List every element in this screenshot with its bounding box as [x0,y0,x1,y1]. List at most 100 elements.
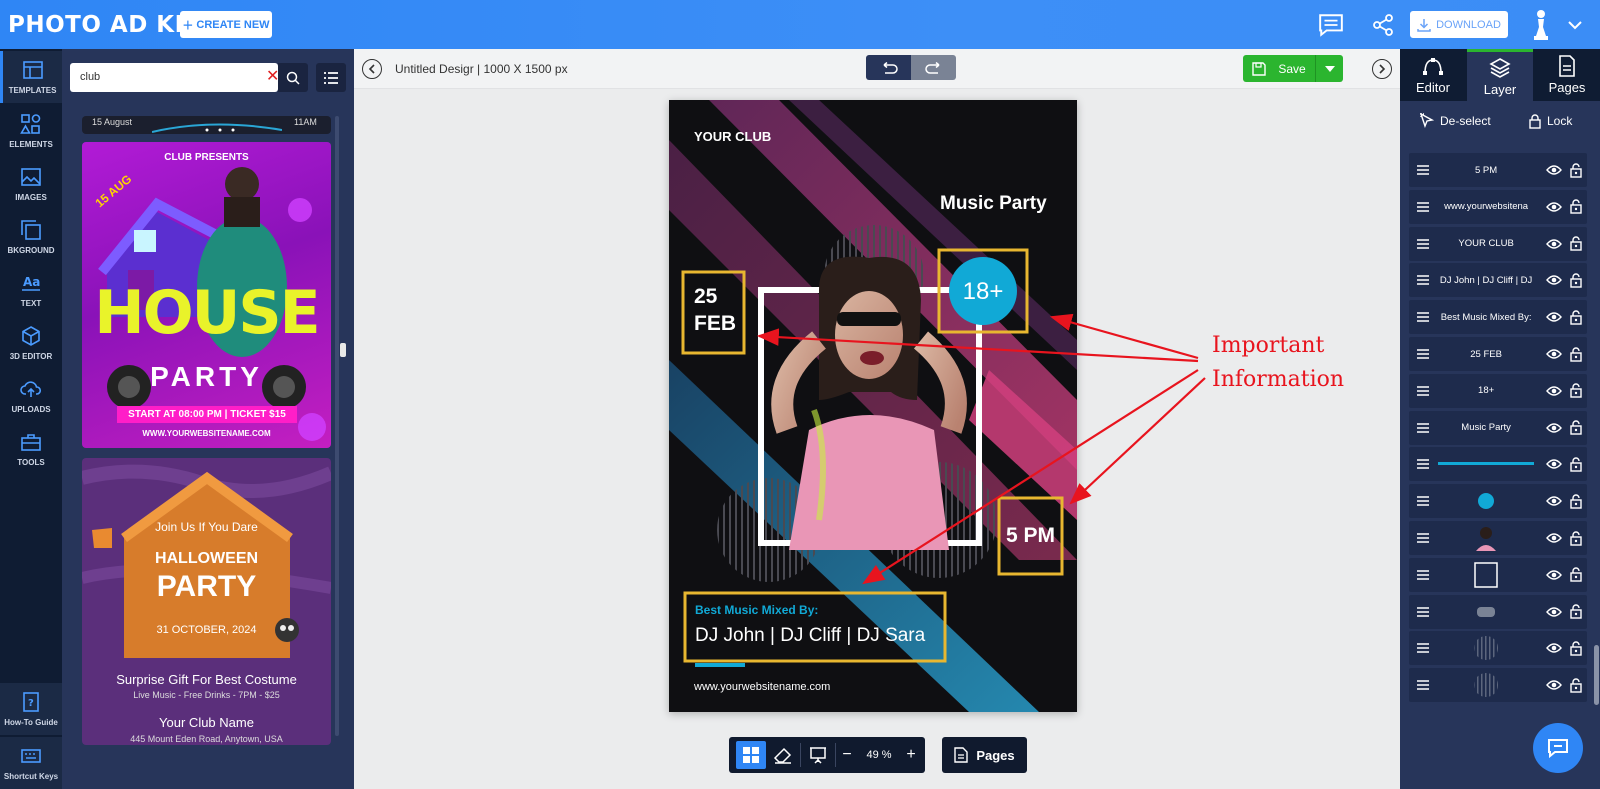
chat-button[interactable] [1533,723,1583,773]
layer-row[interactable] [1409,557,1587,592]
eye-icon[interactable] [1544,642,1566,654]
right-panel: Editor Layer Pages De-select Lock 5 PM ww… [1400,49,1600,789]
grid-icon [743,747,759,763]
drag-handle-icon[interactable] [1409,165,1437,175]
zoom-in-button[interactable]: + [900,741,922,769]
layer-thumbnail [1437,562,1536,588]
drag-handle-icon[interactable] [1409,349,1437,359]
eye-icon[interactable] [1544,348,1566,360]
drag-handle-icon[interactable] [1409,569,1437,580]
tab-layer[interactable]: Layer [1467,49,1533,101]
chevron-down-icon[interactable] [1567,17,1583,33]
layer-row[interactable]: Music Party [1409,410,1587,445]
eye-icon[interactable] [1544,201,1566,213]
zoom-out-button[interactable]: − [836,741,858,769]
layer-row[interactable]: Best Music Mixed By: [1409,300,1587,335]
pages-button[interactable]: Pages [942,737,1027,773]
annotation-text-line2: Information [1212,367,1345,392]
download-button[interactable]: DOWNLOAD [1410,11,1508,38]
drag-handle-icon[interactable] [1409,422,1437,433]
layer-label: Best Music Mixed By: [1440,311,1532,323]
layer-row[interactable]: 18+ [1409,373,1587,408]
layer-label: 5 PM [1475,164,1498,176]
lock-icon[interactable] [1565,273,1587,288]
eye-icon[interactable] [1544,422,1566,434]
lock-icon[interactable] [1565,310,1587,325]
layer-row[interactable] [1409,668,1587,703]
lock-button[interactable]: Lock [1529,113,1572,129]
eye-icon[interactable] [1544,238,1566,250]
download-label: DOWNLOAD [1436,18,1501,31]
layer-tools: De-select Lock [1400,101,1600,141]
layer-thumbnail [1437,606,1536,617]
eraser-button[interactable] [766,741,800,769]
eye-icon[interactable] [1544,311,1566,323]
lock-icon[interactable] [1565,236,1587,251]
eye-icon[interactable] [1544,679,1566,691]
lock-icon[interactable] [1565,494,1587,509]
layer-row[interactable]: www.yourwebsitena [1409,189,1587,224]
layer-row[interactable] [1409,594,1587,629]
grid-view-button[interactable] [736,741,766,769]
layer-thumbnail [1437,462,1536,466]
drag-handle-icon[interactable] [1409,275,1437,286]
eye-icon[interactable] [1544,495,1566,507]
layer-scrollbar[interactable] [1594,645,1599,705]
eye-icon[interactable] [1544,385,1566,397]
layer-thumbnail [1437,492,1536,510]
lock-icon[interactable] [1565,346,1587,362]
tab-editor[interactable]: Editor [1400,49,1466,101]
layer-panel: De-select Lock 5 PM www.yourwebsitena YOUR… [1400,101,1600,789]
drag-handle-icon[interactable] [1409,201,1437,212]
annotation-arrows [756,313,1206,585]
layer-row[interactable]: 5 PM [1409,153,1587,187]
layer-row[interactable] [1409,631,1587,666]
layer-row[interactable] [1409,484,1587,519]
eye-icon[interactable] [1544,274,1566,286]
drag-handle-icon[interactable] [1409,533,1437,543]
lock-icon[interactable] [1565,420,1587,435]
layer-label: Music Party [1461,422,1511,434]
layer-label: www.yourwebsitena [1444,201,1529,213]
layer-row[interactable]: DJ John | DJ Cliff | DJ [1409,263,1587,298]
eraser-icon [773,747,792,764]
drag-handle-icon[interactable] [1409,238,1437,249]
lock-icon[interactable] [1565,641,1587,656]
tab-pages[interactable]: Pages [1534,49,1600,101]
zoom-level[interactable]: 49 % [858,749,900,761]
lock-icon[interactable] [1565,383,1587,398]
presentation-icon [810,747,826,764]
eye-icon[interactable] [1544,164,1566,176]
lock-icon[interactable] [1565,567,1587,582]
layer-row[interactable]: YOUR CLUB [1409,226,1587,261]
layer-row[interactable] [1409,447,1587,482]
bezier-icon [1423,58,1443,75]
drag-handle-icon[interactable] [1409,606,1437,617]
avatar[interactable] [1531,9,1551,41]
pages-icon [1559,55,1575,77]
eye-icon[interactable] [1544,532,1566,544]
eye-icon[interactable] [1544,606,1566,618]
layer-row[interactable] [1409,521,1587,555]
drag-handle-icon[interactable] [1409,459,1437,470]
drag-handle-icon[interactable] [1409,312,1437,322]
layer-thumbnail [1437,525,1536,551]
layer-label: 25 FEB [1470,348,1502,360]
lock-icon[interactable] [1565,162,1587,178]
drag-handle-icon[interactable] [1409,385,1437,396]
drag-handle-icon[interactable] [1409,496,1437,506]
present-button[interactable] [801,741,835,769]
lock-icon[interactable] [1565,457,1587,472]
lock-icon[interactable] [1565,678,1587,693]
deselect-button[interactable]: De-select [1420,113,1491,129]
eye-icon[interactable] [1544,458,1566,470]
lock-icon[interactable] [1565,199,1587,214]
drag-handle-icon[interactable] [1409,643,1437,654]
lock-icon[interactable] [1565,604,1587,619]
download-icon [1417,18,1431,32]
cursor-select-icon [1420,113,1434,129]
eye-icon[interactable] [1544,569,1566,581]
drag-handle-icon[interactable] [1409,680,1437,690]
lock-icon[interactable] [1565,530,1587,546]
layer-row[interactable]: 25 FEB [1409,337,1587,371]
